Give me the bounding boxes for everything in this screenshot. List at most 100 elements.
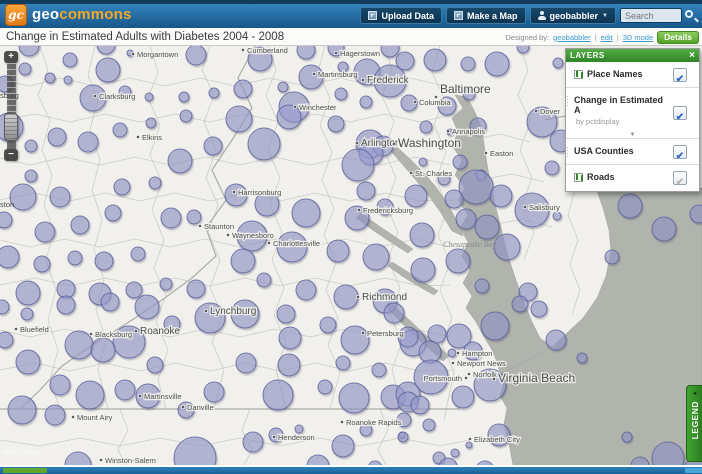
map-bubble[interactable] (256, 272, 272, 288)
map-bubble[interactable] (95, 57, 121, 83)
map-bubble[interactable] (7, 395, 37, 425)
map-bubble[interactable] (455, 208, 477, 230)
user-menu-button[interactable]: geobabbler ▼ (529, 7, 616, 24)
map-bubble[interactable] (552, 57, 564, 69)
map-bubble[interactable] (335, 355, 351, 371)
map-bubble[interactable] (203, 136, 223, 156)
map-bubble[interactable] (276, 104, 302, 130)
map-bubble[interactable] (64, 330, 94, 360)
layers-panel-header[interactable]: LAYERS × (566, 49, 699, 62)
search-input[interactable] (620, 8, 682, 23)
map-bubble[interactable] (125, 281, 143, 299)
layer-checkbox-usa-counties[interactable]: ✔ (673, 144, 687, 162)
map-bubble[interactable] (179, 109, 193, 123)
map-bubble[interactable] (185, 46, 207, 66)
map-bubble[interactable] (134, 294, 160, 320)
map-bubble[interactable] (452, 154, 468, 170)
map-bubble[interactable] (604, 249, 620, 265)
map-bubble[interactable] (0, 299, 10, 315)
map-bubble[interactable] (450, 448, 460, 458)
map-bubble[interactable] (317, 379, 333, 395)
map-bubble[interactable] (33, 255, 51, 273)
zoom-track[interactable] (6, 63, 16, 113)
map-bubble[interactable] (544, 160, 560, 176)
map-bubble[interactable] (112, 122, 128, 138)
map-bubble[interactable] (278, 326, 302, 350)
map-bubble[interactable] (341, 148, 375, 182)
map-bubble[interactable] (331, 434, 355, 458)
map-bubble[interactable] (404, 184, 428, 208)
map-bubble[interactable] (203, 381, 225, 403)
map-bubble[interactable] (294, 424, 304, 434)
map-bubble[interactable] (34, 221, 56, 243)
geocommons-logo[interactable]: gc geocommons (5, 3, 132, 26)
map-bubble[interactable] (651, 216, 677, 242)
edit-link[interactable]: edit (601, 33, 613, 42)
map-bubble[interactable] (104, 204, 122, 222)
map-bubble[interactable] (208, 87, 220, 99)
designer-link[interactable]: geobabbler (553, 33, 591, 42)
map-bubble[interactable] (130, 246, 146, 262)
map-bubble[interactable] (474, 214, 500, 240)
layer-checkbox-place-names[interactable]: ✔ (673, 67, 687, 85)
map-bubble[interactable] (56, 295, 76, 315)
map-bubble[interactable] (0, 331, 14, 349)
map-bubble[interactable] (277, 353, 301, 377)
map-bubble[interactable] (230, 248, 256, 274)
layer-checkbox-roads[interactable]: ✔ (673, 171, 687, 188)
map-bubble[interactable] (113, 178, 131, 196)
map-bubble[interactable] (545, 329, 567, 351)
map-bubble[interactable] (145, 117, 157, 129)
map-bubble[interactable] (460, 56, 476, 72)
map-bubble[interactable] (18, 62, 32, 76)
map-bubble[interactable] (383, 302, 405, 324)
map-bubble[interactable] (340, 325, 370, 355)
map-bubble[interactable] (493, 233, 521, 261)
map-bubble[interactable] (617, 193, 643, 219)
map-bubble[interactable] (326, 239, 350, 263)
map-bubble[interactable] (511, 295, 529, 313)
zoom-out-button[interactable]: − (4, 149, 18, 161)
map-bubble[interactable] (530, 300, 548, 318)
map-bubble[interactable] (291, 198, 321, 228)
map-bubble[interactable] (419, 120, 433, 134)
map-bubble[interactable] (49, 374, 71, 396)
map-bubble[interactable] (465, 441, 473, 449)
map-bubble[interactable] (397, 431, 409, 443)
map-bubble[interactable] (334, 87, 348, 101)
map-bubble[interactable] (444, 189, 464, 209)
map-bubble[interactable] (63, 75, 73, 85)
map-bubble[interactable] (233, 79, 253, 99)
map-bubble[interactable] (409, 222, 435, 248)
map-bubble[interactable] (114, 379, 136, 401)
upload-data-button[interactable]: Upload Data (360, 7, 442, 24)
map-bubble[interactable] (480, 311, 510, 341)
map-bubble[interactable] (186, 279, 206, 299)
map-bubble[interactable] (148, 176, 162, 190)
map-bubble[interactable] (100, 292, 120, 312)
map-bubble[interactable] (418, 157, 428, 167)
search-button[interactable] (682, 8, 698, 24)
map-bubble[interactable] (458, 169, 494, 205)
map-bubble[interactable] (90, 337, 116, 363)
map-bubble[interactable] (422, 418, 436, 432)
map-bubble[interactable] (410, 395, 430, 415)
legend-tab[interactable]: ◄ LEGEND (686, 385, 702, 462)
map-bubble[interactable] (56, 279, 76, 299)
map-bubble[interactable] (333, 284, 359, 310)
map-bubble[interactable] (242, 431, 264, 453)
map-bubble[interactable] (410, 257, 436, 283)
map-bubble[interactable] (576, 352, 588, 364)
map-bubble[interactable] (77, 131, 99, 153)
map-bubble[interactable] (160, 207, 182, 229)
map-bubble[interactable] (44, 404, 66, 426)
map-bubble[interactable] (67, 250, 83, 266)
map-bubble[interactable] (24, 139, 38, 153)
map-bubble[interactable] (489, 184, 513, 208)
map-bubble[interactable] (327, 115, 345, 133)
map-bubble[interactable] (247, 127, 281, 161)
map-bubble[interactable] (277, 81, 289, 93)
drag-handle-icon[interactable] (567, 96, 571, 108)
map-bubble[interactable] (362, 243, 390, 271)
3d-mode-link[interactable]: 3D mode (623, 33, 653, 42)
